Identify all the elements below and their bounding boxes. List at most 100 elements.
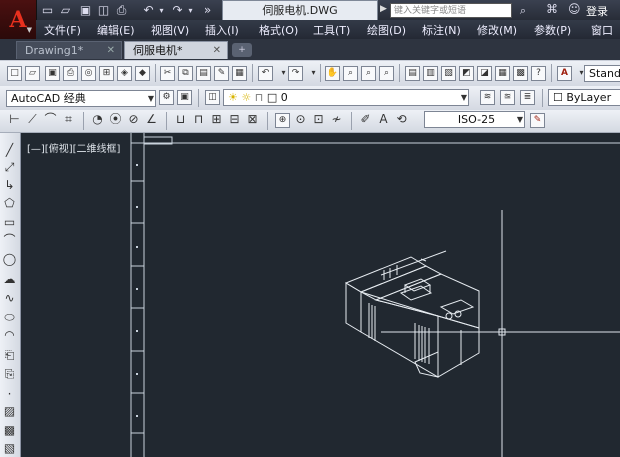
make-block-icon[interactable]: ⎘ xyxy=(2,367,17,382)
print-preview-icon[interactable]: ◎ xyxy=(81,66,96,81)
login-button[interactable]: 登录 xyxy=(586,3,608,19)
markup-icon[interactable]: ◪ xyxy=(477,66,492,81)
menu-edit[interactable]: 编辑(E) xyxy=(97,22,135,38)
dimension-update-icon[interactable]: ⟲ xyxy=(394,113,409,128)
properties-icon[interactable]: ▤ xyxy=(405,66,420,81)
baseline-icon[interactable]: ⊓ xyxy=(191,113,206,128)
spline-icon[interactable]: ∿ xyxy=(2,291,17,306)
help-icon[interactable]: ? xyxy=(531,66,546,81)
new-icon[interactable]: □ xyxy=(7,66,22,81)
dimension-edit-icon[interactable]: ✐ xyxy=(358,113,373,128)
redo-icon[interactable]: ↷ xyxy=(288,66,303,81)
make-current-layer-icon[interactable]: ≋ xyxy=(480,90,495,105)
calculator-icon[interactable]: ▦ xyxy=(495,66,510,81)
drawing-canvas[interactable] xyxy=(21,133,620,457)
new-tab-button[interactable]: + xyxy=(232,43,252,57)
linetype-select[interactable]: ☐ ByLayer xyxy=(548,89,620,106)
save-workspace-icon[interactable]: ▣ xyxy=(177,90,192,105)
dimension-text-edit-icon[interactable]: A xyxy=(376,113,391,128)
region-icon[interactable]: ▧ xyxy=(2,441,17,456)
layer-state-icon[interactable]: ≣ xyxy=(520,90,535,105)
dimension-break-icon[interactable]: ⊠ xyxy=(245,113,260,128)
copy-icon[interactable]: ⧉ xyxy=(178,66,193,81)
menu-modify[interactable]: 修改(M) xyxy=(477,22,517,38)
menu-parametric[interactable]: 参数(P) xyxy=(534,22,571,38)
user-icon[interactable]: ☺ xyxy=(568,2,581,16)
ellipse-icon[interactable]: ⬭ xyxy=(2,310,17,325)
layer-select[interactable]: ☀ ☼ ⊓ □ 0 ▼ xyxy=(223,89,469,106)
menu-file[interactable]: 文件(F) xyxy=(44,22,81,38)
pan-icon[interactable]: ✋ xyxy=(325,66,340,81)
menu-tools[interactable]: 工具(T) xyxy=(313,22,350,38)
calc-icon[interactable]: ▩ xyxy=(513,66,528,81)
print-icon[interactable]: ⎙ xyxy=(114,3,129,18)
gradient-icon[interactable]: ▩ xyxy=(2,423,17,438)
dim-style-select[interactable]: ISO-25 ▼ xyxy=(424,111,525,128)
plot-icon[interactable]: ⊞ xyxy=(99,66,114,81)
workspace-settings-icon[interactable]: ⚙ xyxy=(159,90,174,105)
angular-icon[interactable]: ∠ xyxy=(144,113,159,128)
save-icon[interactable]: ▣ xyxy=(45,66,60,81)
design-center-icon[interactable]: ▥ xyxy=(423,66,438,81)
diameter-icon[interactable]: ⊘ xyxy=(126,113,141,128)
hatch-icon[interactable]: ▨ xyxy=(2,404,17,419)
jogged-icon[interactable]: ⦿ xyxy=(108,113,123,128)
tolerance-icon[interactable]: ⊕ xyxy=(275,113,290,128)
tab-servo-motor[interactable]: 伺服电机* ✕ xyxy=(124,41,228,59)
menu-draw[interactable]: 绘图(D) xyxy=(367,22,406,38)
undo-icon[interactable]: ↶ xyxy=(258,66,273,81)
center-mark-icon[interactable]: ⊙ xyxy=(293,113,308,128)
zoom-window-icon[interactable]: ⌕ xyxy=(361,66,376,81)
undo-dropdown-icon[interactable]: ▾ xyxy=(154,3,169,18)
workspace-select[interactable]: AutoCAD 经典 ▼ xyxy=(6,90,156,107)
insert-block-icon[interactable]: ⎗ xyxy=(2,348,17,363)
text-style-icon[interactable]: A xyxy=(557,66,572,81)
search-icon[interactable]: ⌕ xyxy=(514,2,532,19)
jogged-linear-icon[interactable]: ≁ xyxy=(329,113,344,128)
zoom-realtime-icon[interactable]: ⌕ xyxy=(343,66,358,81)
inspect-icon[interactable]: ⊡ xyxy=(311,113,326,128)
polyline-icon[interactable]: ↳ xyxy=(2,178,17,193)
cut-icon[interactable]: ✂ xyxy=(160,66,175,81)
ordinate-icon[interactable]: ⌗ xyxy=(61,113,76,128)
ellipse-arc-icon[interactable]: ◠ xyxy=(2,328,17,343)
close-icon[interactable]: ✕ xyxy=(213,42,221,60)
rectangle-icon[interactable]: ▭ xyxy=(2,215,17,230)
menu-dimension[interactable]: 标注(N) xyxy=(422,22,461,38)
open-icon[interactable]: ▱ xyxy=(25,66,40,81)
menu-view[interactable]: 视图(V) xyxy=(151,22,189,38)
open-icon[interactable]: ▱ xyxy=(58,3,73,18)
block-editor-icon[interactable]: ▦ xyxy=(232,66,247,81)
new-icon[interactable]: ▭ xyxy=(40,3,55,18)
arc-icon[interactable]: ⌒ xyxy=(2,233,17,248)
radius-icon[interactable]: ◔ xyxy=(90,113,105,128)
polygon-icon[interactable]: ⬠ xyxy=(2,196,17,211)
paste-icon[interactable]: ▤ xyxy=(196,66,211,81)
close-icon[interactable]: ✕ xyxy=(107,42,115,60)
revision-cloud-icon[interactable]: ☁ xyxy=(2,272,17,287)
quick-dimension-icon[interactable]: ⊔ xyxy=(173,113,188,128)
circle-icon[interactable]: ◯ xyxy=(2,252,17,267)
tab-drawing1[interactable]: Drawing1* ✕ xyxy=(16,41,122,59)
text-style-select[interactable]: Stand xyxy=(584,65,620,82)
layer-previous-icon[interactable]: ≊ xyxy=(500,90,515,105)
publish-icon[interactable]: ◈ xyxy=(117,66,132,81)
redo-dropdown-icon[interactable]: ▾ xyxy=(306,66,321,81)
menu-window[interactable]: 窗口 xyxy=(591,22,613,38)
search-expand-icon[interactable]: ▶ xyxy=(380,4,387,14)
layer-properties-icon[interactable]: ◫ xyxy=(205,90,220,105)
match-properties-icon[interactable]: ✎ xyxy=(214,66,229,81)
line-icon[interactable]: ╱ xyxy=(2,143,17,158)
application-menu-button[interactable]: A ▼ xyxy=(0,0,37,40)
arc-length-icon[interactable]: ⌒ xyxy=(43,113,58,128)
sheet-set-icon[interactable]: ◩ xyxy=(459,66,474,81)
point-icon[interactable]: · xyxy=(2,387,17,402)
more-icon[interactable]: » xyxy=(200,3,215,18)
linear-dimension-icon[interactable]: ⊢ xyxy=(7,113,22,128)
dimension-style-icon[interactable]: ✎ xyxy=(530,113,545,128)
search-input[interactable]: 键入关键字或短语 xyxy=(390,3,512,18)
dimension-space-icon[interactable]: ⊟ xyxy=(227,113,242,128)
3d-print-icon[interactable]: ◆ xyxy=(135,66,150,81)
viewport-controls-label[interactable]: [—][俯视][二维线框] xyxy=(27,140,120,155)
saveas-icon[interactable]: ◫ xyxy=(96,3,111,18)
